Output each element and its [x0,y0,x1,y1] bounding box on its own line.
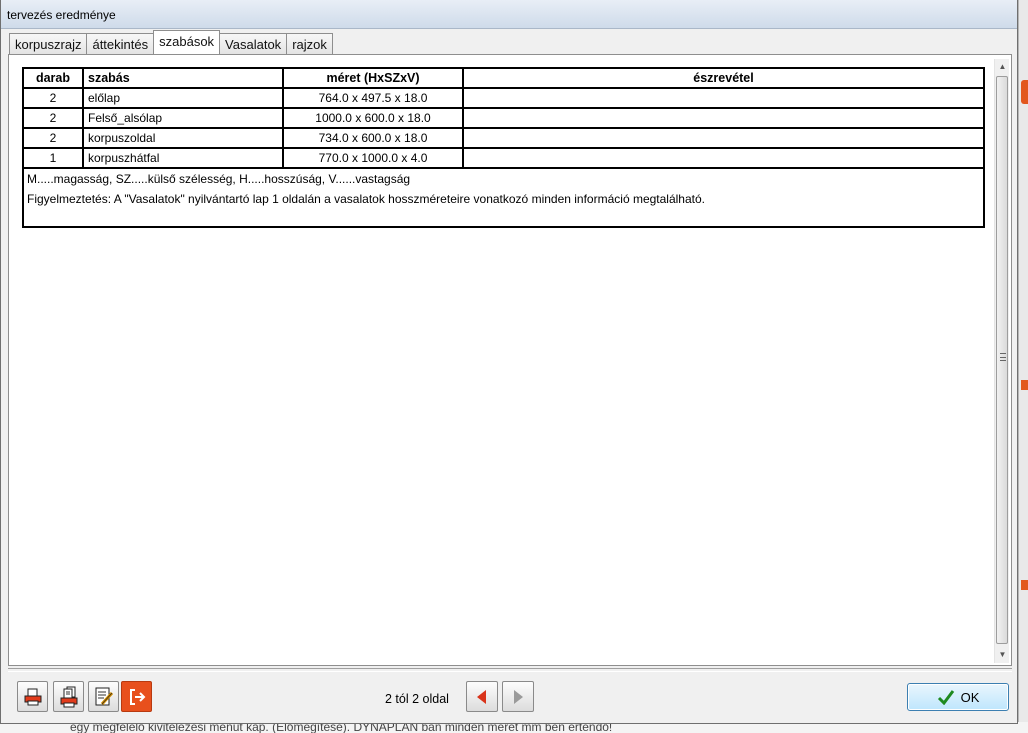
arrow-left-icon [477,689,486,704]
cutting-list-table: darab szabás méret (HxSZxV) észrevétel 2… [22,67,985,169]
previous-page-button[interactable] [466,681,498,712]
scroll-down-icon[interactable]: ▼ [995,647,1010,663]
results-dialog: tervezés eredménye korpuszrajz áttekinté… [0,0,1018,724]
tab-korpuszrajz[interactable]: korpuszrajz [9,33,88,54]
next-page-button[interactable] [502,681,534,712]
cell-qty: 2 [22,87,84,109]
cell-size: 764.0 x 497.5 x 18.0 [282,87,464,109]
column-header-size: méret (HxSZxV) [282,67,464,89]
scroll-thumb[interactable] [996,76,1008,644]
cell-name: előlap [82,87,284,109]
print-all-button[interactable] [53,681,84,712]
ok-button[interactable]: OK [907,683,1009,711]
ok-button-label: OK [960,689,980,705]
cell-qty: 1 [22,147,84,169]
tab-panel: darab szabás méret (HxSZxV) észrevétel 2… [8,54,1012,666]
grip-icon [1000,353,1006,361]
table-row: 1 korpuszhátfal 770.0 x 1000.0 x 4.0 [22,147,985,169]
printer-icon [24,688,41,705]
background-window-edge [1018,0,1028,733]
tab-rajzok[interactable]: rajzok [286,33,333,54]
vertical-scrollbar[interactable]: ▲ ▼ [994,59,1009,663]
tab-attekintes[interactable]: áttekintés [86,33,155,54]
cell-qty: 2 [22,107,84,129]
tab-vasalatok[interactable]: Vasalatok [219,33,288,54]
notes-box: M.....magasság, SZ.....külső szélesség, … [22,167,985,228]
title-bar[interactable]: tervezés eredménye [1,0,1017,29]
column-header-qty: darab [22,67,84,89]
cell-name: korpuszoldal [82,127,284,149]
cell-size: 1000.0 x 600.0 x 18.0 [282,107,464,129]
dimension-legend: M.....magasság, SZ.....külső szélesség, … [27,172,411,186]
checkmark-icon [937,690,954,705]
cell-note [462,87,985,109]
table-row: 2 előlap 764.0 x 497.5 x 18.0 [22,87,985,109]
table-row: 2 korpuszoldal 734.0 x 600.0 x 18.0 [22,127,985,149]
print-all-icon [60,686,77,707]
tab-bar: korpuszrajz áttekintés szabások Vasalato… [9,30,333,54]
exit-icon [129,688,145,705]
cell-name: korpuszhátfal [82,147,284,169]
cell-note [462,127,985,149]
edit-button[interactable] [88,681,119,712]
cell-qty: 2 [22,127,84,149]
cutting-list-content: darab szabás méret (HxSZxV) észrevétel 2… [12,58,995,663]
cell-note [462,147,985,169]
table-header-row: darab szabás méret (HxSZxV) észrevétel [22,67,985,89]
column-header-name: szabás [82,67,284,89]
exit-button[interactable] [121,681,152,712]
scroll-up-icon[interactable]: ▲ [995,59,1010,75]
cell-note [462,107,985,129]
cell-size: 734.0 x 600.0 x 18.0 [282,127,464,149]
column-header-note: észrevétel [462,67,985,89]
page-indicator: 2 tól 2 oldal [385,692,449,706]
print-button[interactable] [17,681,48,712]
table-row: 2 Felső_alsólap 1000.0 x 600.0 x 18.0 [22,107,985,129]
edit-document-icon [95,687,113,705]
tab-szabasok[interactable]: szabások [153,30,221,54]
cell-name: Felső_alsólap [82,107,284,129]
arrow-right-icon [514,689,523,704]
warning-text: Figyelmeztetés: A "Vasalatok" nyilvántar… [27,192,705,206]
toolbar-separator [8,668,1012,672]
window-title: tervezés eredménye [7,8,116,22]
cell-size: 770.0 x 1000.0 x 4.0 [282,147,464,169]
